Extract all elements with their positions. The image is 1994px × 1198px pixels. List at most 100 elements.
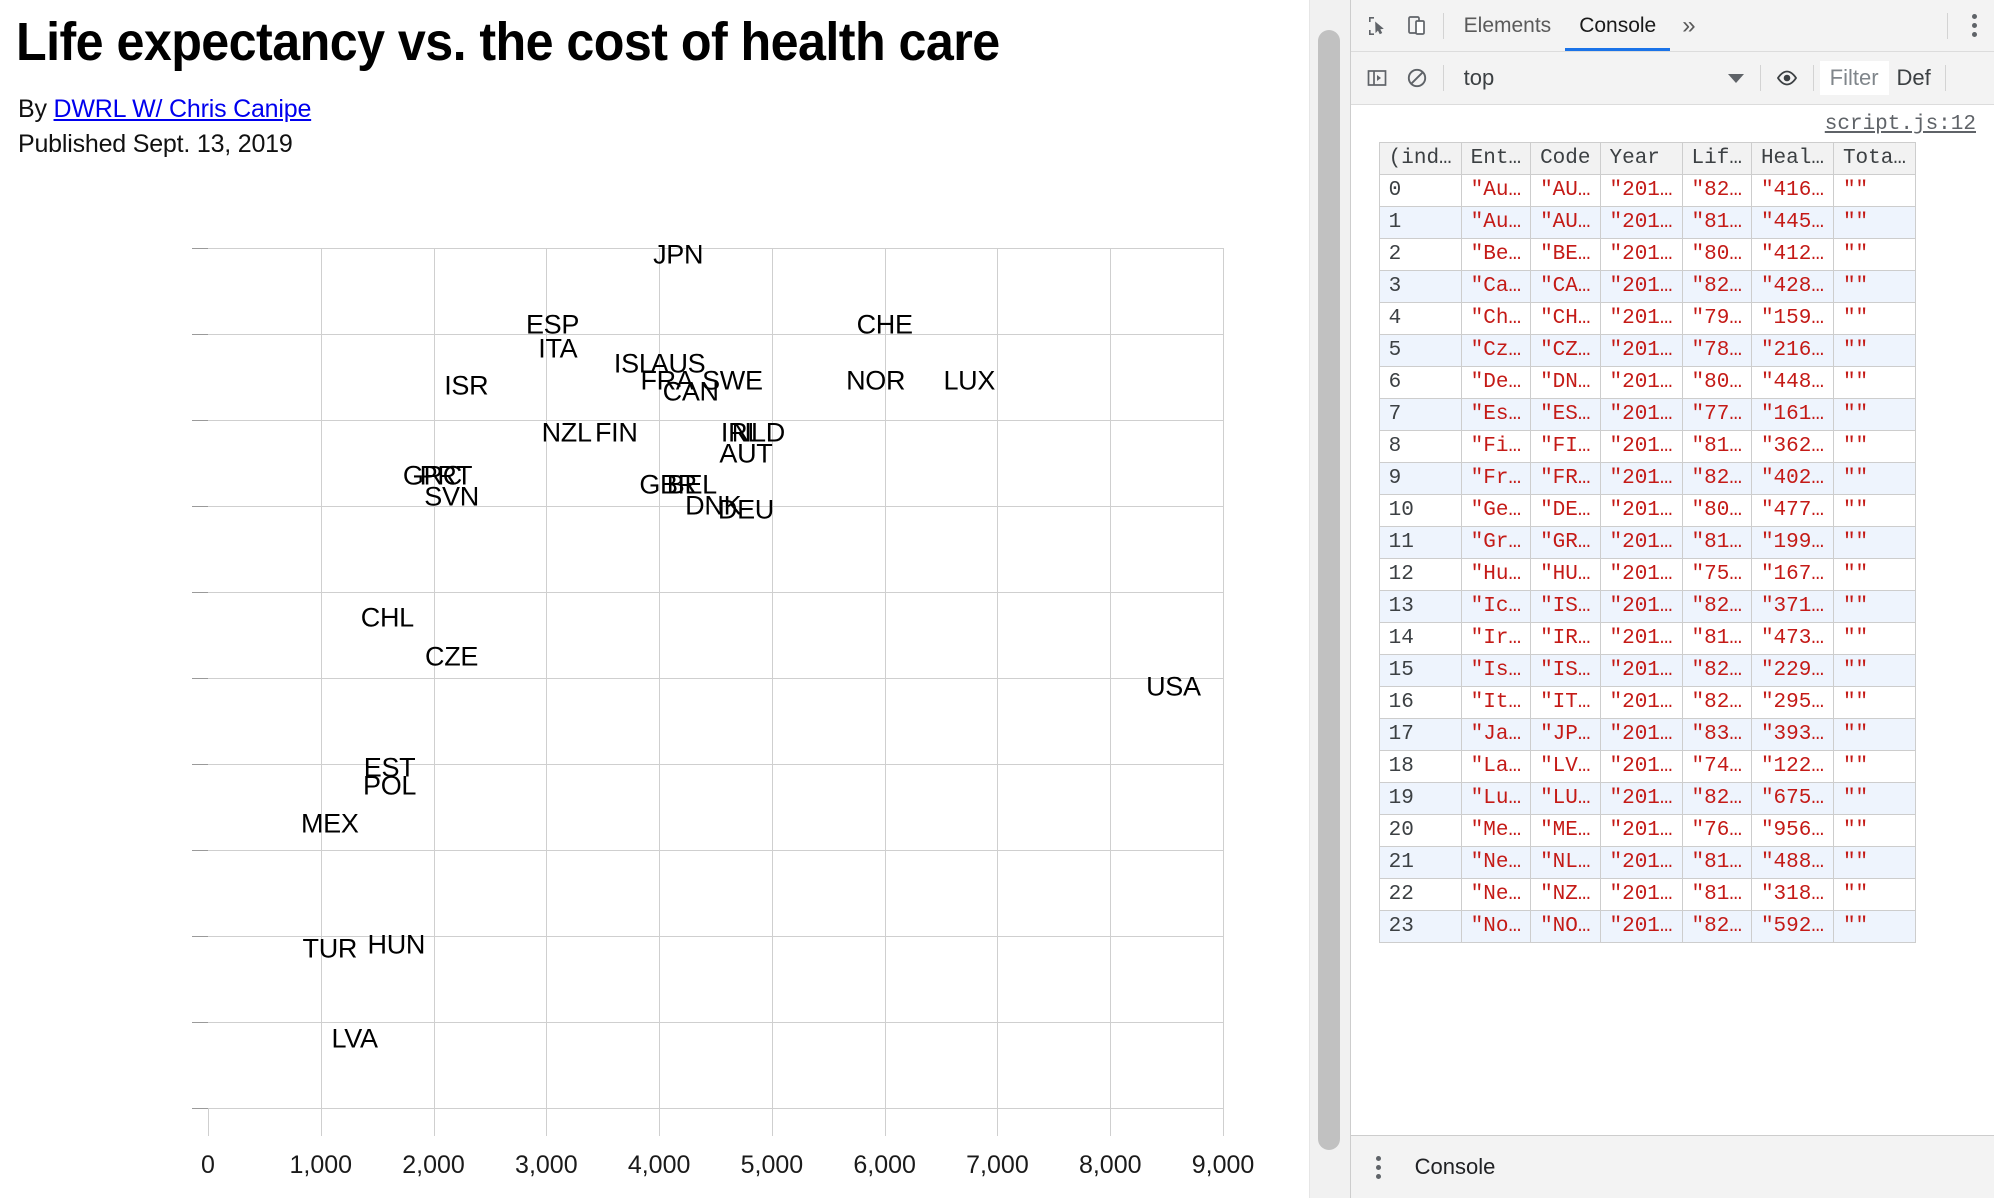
table-cell: "AU…: [1530, 206, 1601, 239]
table-row[interactable]: 11 "Gr… "GR… "201… "81… "199… "": [1378, 526, 1916, 559]
gridline-vertical: [771, 248, 773, 1108]
toolbar-divider: [1442, 12, 1444, 39]
table-row[interactable]: 14 "Ir… "IR… "201… "81… "473… "": [1378, 622, 1916, 655]
table-column-header[interactable]: Ent…: [1460, 142, 1532, 175]
table-cell: "": [1832, 590, 1916, 623]
table-cell-index: 9: [1378, 462, 1462, 495]
table-cell-index: 4: [1378, 302, 1462, 335]
table-row[interactable]: 12 "Hu… "HU… "201… "75… "167… "": [1378, 558, 1916, 591]
gridline-horizontal: [208, 764, 1223, 765]
table-cell: "": [1832, 462, 1916, 495]
table-cell-index: 1: [1378, 206, 1462, 239]
table-column-header[interactable]: Year: [1599, 142, 1683, 175]
devtools-drawer: Console: [1350, 1135, 1994, 1198]
table-cell: "82…: [1681, 590, 1752, 623]
table-cell-index: 19: [1378, 782, 1462, 815]
tab-elements[interactable]: Elements: [1450, 1, 1566, 51]
table-column-header[interactable]: (ind…: [1378, 142, 1462, 175]
table-cell: "488…: [1750, 846, 1834, 879]
table-cell: "201…: [1599, 622, 1683, 655]
table-cell: "201…: [1599, 206, 1683, 239]
table-cell: "428…: [1750, 270, 1834, 303]
table-row[interactable]: 21 "Ne… "NL… "201… "81… "488… "": [1378, 846, 1916, 879]
inspect-cursor-icon[interactable]: [1357, 6, 1397, 46]
data-point-label: ITA: [538, 333, 578, 364]
table-cell: "81…: [1681, 878, 1752, 911]
byline: By DWRL W/ Chris Canipe: [18, 95, 1309, 124]
more-tabs-icon[interactable]: »: [1670, 12, 1707, 40]
table-cell: "": [1832, 654, 1916, 687]
y-axis-tick-mark: [192, 1022, 208, 1023]
table-row[interactable]: 19 "Lu… "LU… "201… "82… "675… "": [1378, 782, 1916, 815]
console-sidebar-icon[interactable]: [1357, 58, 1397, 98]
drawer-more-options-icon[interactable]: [1359, 1147, 1399, 1187]
table-cell: "82…: [1681, 270, 1752, 303]
table-row[interactable]: 15 "Is… "IS… "201… "82… "229… "": [1378, 654, 1916, 687]
table-row[interactable]: 3 "Ca… "CA… "201… "82… "428… "": [1378, 270, 1916, 303]
table-column-header[interactable]: Tota…: [1832, 142, 1916, 175]
table-cell: "201…: [1599, 238, 1683, 271]
y-axis-tick-mark: [192, 420, 208, 421]
table-cell: "201…: [1599, 590, 1683, 623]
table-row[interactable]: 10 "Ge… "DE… "201… "80… "477… "": [1378, 494, 1916, 527]
byline-author-link[interactable]: DWRL W/ Chris Canipe: [54, 95, 312, 123]
table-cell: "81…: [1681, 846, 1752, 879]
x-axis-tick-mark: [659, 1108, 661, 1136]
table-cell: "Be…: [1460, 238, 1532, 271]
table-row[interactable]: 4 "Ch… "CH… "201… "79… "159… "": [1378, 302, 1916, 335]
console-source-link[interactable]: script.js:12: [1351, 113, 1994, 136]
y-axis-tick-mark: [192, 936, 208, 937]
table-cell: "82…: [1681, 686, 1752, 719]
table-column-header[interactable]: Heal…: [1750, 142, 1834, 175]
table-column-header[interactable]: Code: [1530, 142, 1601, 175]
data-point-label: CZE: [425, 641, 479, 671]
scrollbar-thumb[interactable]: [1317, 30, 1340, 1150]
data-point-label: NZL: [541, 417, 592, 448]
table-cell: "592…: [1750, 910, 1834, 943]
table-row[interactable]: 9 "Fr… "FR… "201… "82… "402… "": [1378, 462, 1916, 495]
table-cell: "412…: [1750, 238, 1834, 271]
table-cell: "Cz…: [1460, 334, 1532, 367]
table-cell: "82…: [1681, 174, 1752, 207]
table-row[interactable]: 1 "Au… "AU… "201… "81… "445… "": [1378, 206, 1916, 239]
table-cell: "76…: [1681, 814, 1752, 847]
context-selector[interactable]: top: [1450, 65, 1754, 91]
table-cell: "82…: [1681, 782, 1752, 815]
table-row[interactable]: 13 "Ic… "IS… "201… "82… "371… "": [1378, 590, 1916, 623]
table-row[interactable]: 17 "Ja… "JP… "201… "83… "393… "": [1378, 718, 1916, 751]
table-cell-index: 0: [1378, 174, 1462, 207]
drawer-tab-console[interactable]: Console: [1399, 1154, 1512, 1180]
table-column-header[interactable]: Lif…: [1681, 142, 1752, 175]
filter-input[interactable]: Filter: [1819, 61, 1889, 95]
tab-console[interactable]: Console: [1565, 1, 1670, 51]
table-row[interactable]: 5 "Cz… "CZ… "201… "78… "216… "": [1378, 334, 1916, 367]
table-row[interactable]: 2 "Be… "BE… "201… "80… "412… "": [1378, 238, 1916, 271]
table-row[interactable]: 23 "No… "NO… "201… "82… "592… "": [1378, 910, 1916, 943]
table-cell: "75…: [1681, 558, 1752, 591]
clear-console-icon[interactable]: [1397, 58, 1437, 98]
page-scrollbar[interactable]: [1308, 0, 1350, 1198]
table-row[interactable]: 16 "It… "IT… "201… "82… "295… "": [1378, 686, 1916, 719]
live-expression-icon[interactable]: [1767, 58, 1807, 98]
table-cell-index: 17: [1378, 718, 1462, 751]
gridline-vertical: [433, 248, 435, 1108]
table-cell: "": [1832, 750, 1916, 783]
table-row[interactable]: 22 "Ne… "NZ… "201… "81… "318… "": [1378, 878, 1916, 911]
table-cell: "NO…: [1530, 910, 1601, 943]
table-cell: "201…: [1599, 430, 1683, 463]
more-options-icon[interactable]: [1954, 6, 1994, 46]
table-row[interactable]: 18 "La… "LV… "201… "74… "122… "": [1378, 750, 1916, 783]
table-cell: "477…: [1750, 494, 1834, 527]
table-cell: "Ge…: [1460, 494, 1532, 527]
x-axis-tick-label: 6,000: [853, 1151, 916, 1179]
device-toggle-icon[interactable]: [1397, 6, 1437, 46]
table-row[interactable]: 0 "Au… "AU… "201… "82… "416… "": [1378, 174, 1916, 207]
table-row[interactable]: 6 "De… "DN… "201… "80… "448… "": [1378, 366, 1916, 399]
log-levels-selector[interactable]: Def: [1889, 65, 1939, 91]
table-row[interactable]: 20 "Me… "ME… "201… "76… "956… "": [1378, 814, 1916, 847]
table-row[interactable]: 8 "Fi… "FI… "201… "81… "362… "": [1378, 430, 1916, 463]
y-axis-tick-mark: [192, 850, 208, 851]
table-cell: "CH…: [1530, 302, 1601, 335]
table-row[interactable]: 7 "Es… "ES… "201… "77… "161… "": [1378, 398, 1916, 431]
table-cell-index: 18: [1378, 750, 1462, 783]
